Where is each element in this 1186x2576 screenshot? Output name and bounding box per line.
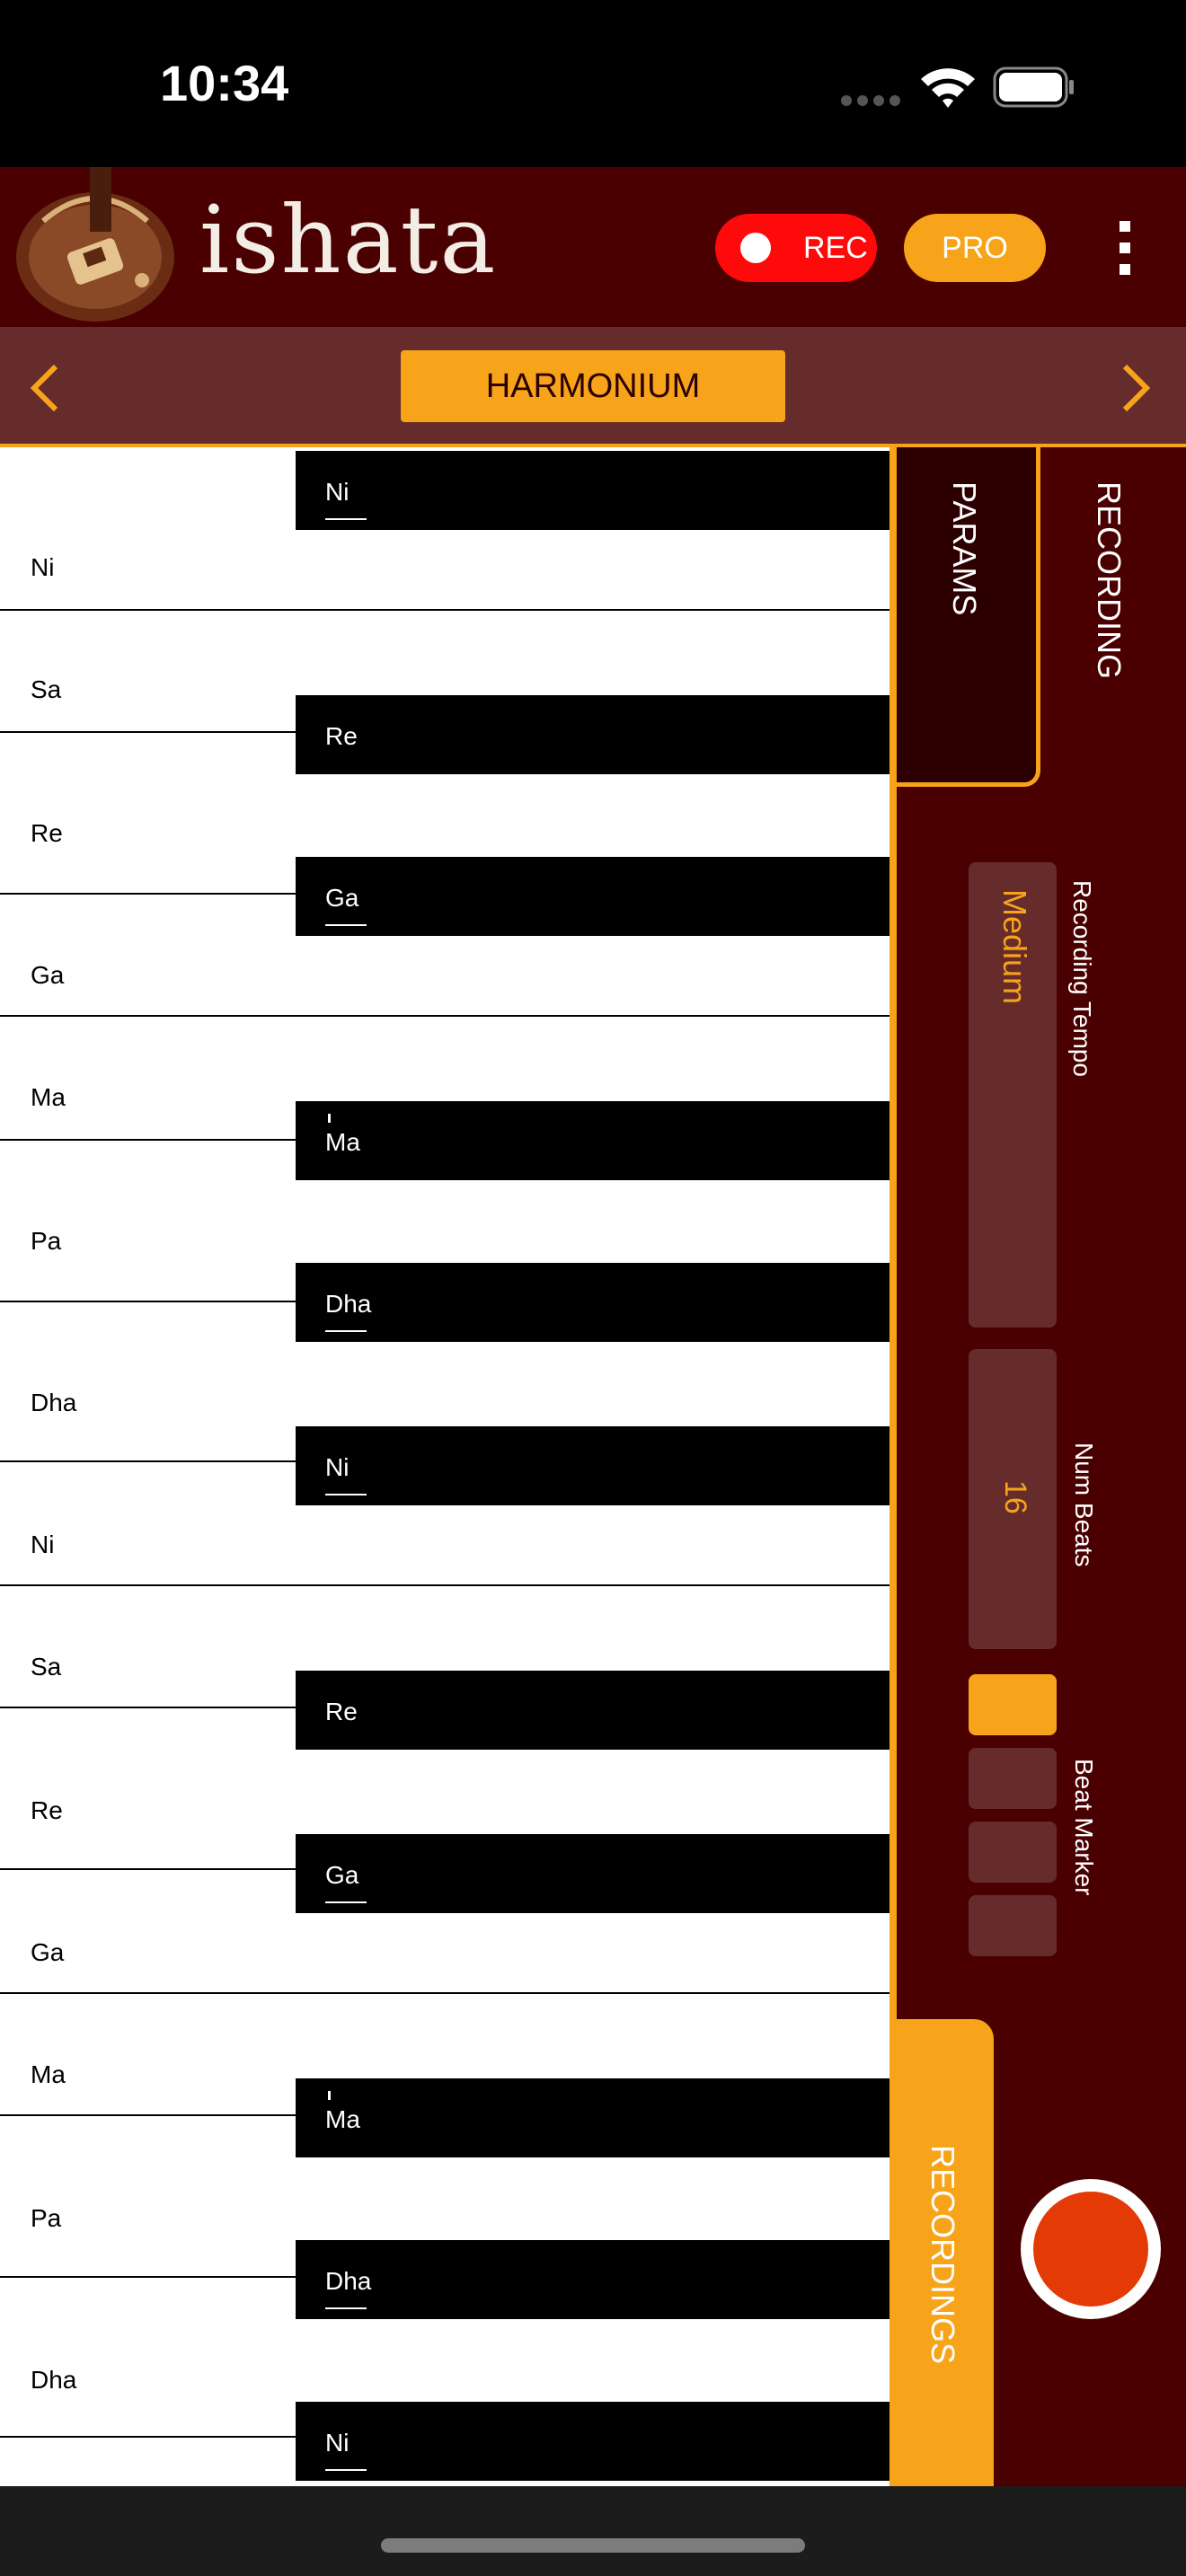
white-key[interactable] (0, 1992, 296, 2114)
instrument-selector-button[interactable]: HARMONIUM (401, 350, 785, 422)
brand-title: ishata (199, 185, 498, 295)
white-key[interactable] (0, 893, 296, 1015)
black-key[interactable]: Ma (296, 2078, 890, 2157)
tab-recording[interactable]: RECORDING (1090, 481, 1128, 679)
record-button[interactable] (1021, 2179, 1161, 2319)
komal-swara-underline (325, 2469, 367, 2471)
black-key-label: Ma (325, 1128, 360, 1156)
beat-marker-option[interactable] (969, 1674, 1057, 1735)
home-indicator[interactable] (381, 2538, 805, 2553)
key-divider (0, 609, 890, 611)
black-key[interactable]: Ni (296, 2402, 890, 2481)
white-key[interactable] (0, 1584, 296, 1707)
next-instrument-chevron-icon[interactable] (1118, 361, 1154, 415)
black-key-label: Ga (325, 884, 359, 912)
black-key-label: Ni (325, 2429, 350, 2457)
black-key-label: Ga (325, 1861, 359, 1889)
beat-marker-option[interactable] (969, 1895, 1057, 1956)
komal-swara-underline (325, 1901, 367, 1903)
sitar-logo-icon (16, 167, 174, 322)
white-key-label: Re (31, 819, 63, 847)
wifi-icon (921, 68, 975, 108)
black-key[interactable]: Re (296, 1671, 890, 1750)
tab-params-label: PARAMS (946, 481, 983, 616)
white-key-label: Ma (31, 2060, 66, 2088)
white-key[interactable] (0, 2114, 296, 2276)
status-time: 10:34 (160, 55, 289, 111)
komal-swara-underline (325, 1494, 367, 1495)
white-key[interactable] (0, 1707, 296, 1868)
white-key-label: Pa (31, 2204, 62, 2232)
white-key[interactable] (0, 1460, 296, 1584)
black-key-label: Re (325, 722, 358, 750)
black-key-label: Ma (325, 2105, 360, 2133)
beat-marker-option[interactable] (969, 1748, 1057, 1809)
beat-marker-label: Beat Marker (1070, 1759, 1098, 1896)
rec-label: REC (803, 230, 868, 265)
white-key[interactable] (0, 1301, 296, 1460)
bottom-bar (0, 2486, 1186, 2576)
recording-tempo-label: Recording Tempo (1068, 880, 1096, 1077)
komal-swara-underline (325, 2307, 367, 2309)
record-button-inner (1033, 2192, 1148, 2307)
komal-swara-underline (325, 518, 367, 520)
black-key[interactable]: Ni (296, 1426, 890, 1505)
app-root: 10:34 ishata REC PRO HARMONIUM Ni Sa Re … (0, 0, 1186, 2576)
white-key-label: Sa (31, 1653, 62, 1681)
white-key-label: Ga (31, 961, 65, 989)
komal-swara-underline (325, 1330, 367, 1332)
black-key[interactable]: Re (296, 695, 890, 774)
white-key[interactable] (0, 447, 296, 609)
white-key-label: Dha (31, 1389, 77, 1416)
white-key-label: Ma (31, 1083, 66, 1111)
black-key-label: Ni (325, 1453, 350, 1481)
tab-recordings-label: RECORDINGS (925, 2145, 961, 2365)
rec-toggle-button[interactable]: REC (715, 214, 877, 282)
black-key-label: Dha (325, 2267, 372, 2295)
black-key-label: Dha (325, 1290, 372, 1318)
num-beats-label: Num Beats (1070, 1442, 1098, 1567)
black-key-label: Ni (325, 478, 350, 506)
tivra-swara-mark (328, 1114, 331, 1123)
previous-instrument-chevron-icon[interactable] (27, 361, 63, 415)
recording-tempo-value: Medium (996, 889, 1033, 1005)
white-key[interactable] (0, 609, 296, 731)
harmonium-keyboard: Ni Sa Re Ga Ma Pa Dha Ni Sa Re Ga Ma Pa Dha Ni Re Ga Ma Dh… (0, 447, 890, 2486)
white-key-label: Sa (31, 675, 62, 703)
white-key-label: Ni (31, 553, 55, 581)
white-key-label: Pa (31, 1227, 62, 1255)
white-key[interactable] (0, 1868, 296, 1992)
num-beats-value: 16 (998, 1480, 1032, 1514)
status-bar: 10:34 (0, 0, 1186, 167)
white-key[interactable] (0, 1139, 296, 1301)
cellular-signal-icon (841, 95, 900, 106)
panel-divider (890, 447, 897, 2486)
beat-marker-option[interactable] (969, 1822, 1057, 1883)
white-key-label: Dha (31, 2366, 77, 2394)
black-key[interactable]: Dha (296, 1263, 890, 1342)
key-divider (0, 1584, 890, 1586)
rec-toggle-knob (740, 233, 771, 263)
white-key[interactable] (0, 2276, 296, 2436)
battery-icon (993, 66, 1074, 108)
white-key-label: Ga (31, 1938, 65, 1966)
black-key-label: Re (325, 1698, 358, 1725)
black-key[interactable]: Ga (296, 1834, 890, 1913)
black-key[interactable]: Dha (296, 2240, 890, 2319)
white-key[interactable] (0, 1015, 296, 1139)
black-key[interactable]: Ni (296, 451, 890, 530)
komal-swara-underline (325, 924, 367, 926)
black-key[interactable]: Ma (296, 1101, 890, 1180)
white-key-label: Ni (31, 1531, 55, 1558)
pro-button[interactable]: PRO (904, 214, 1046, 282)
key-divider (0, 1015, 890, 1017)
tivra-swara-mark (328, 2091, 331, 2100)
key-divider (0, 1992, 890, 1994)
more-menu-icon[interactable] (1111, 221, 1139, 277)
white-key[interactable] (0, 731, 296, 893)
white-key-label: Re (31, 1796, 63, 1824)
black-key[interactable]: Ga (296, 857, 890, 936)
